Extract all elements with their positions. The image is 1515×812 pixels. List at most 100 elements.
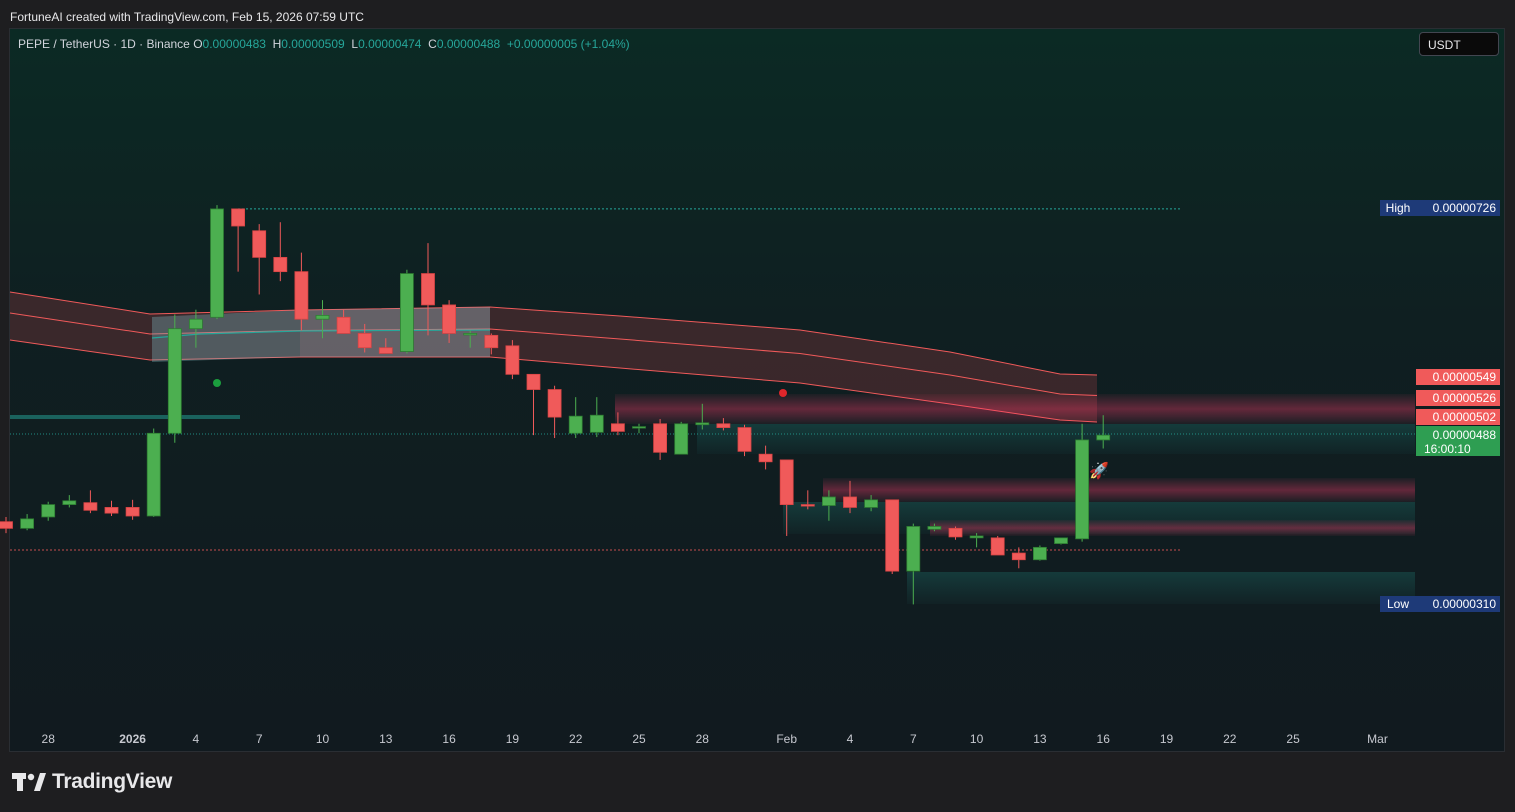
candle-body [357,333,372,349]
candle-body [632,426,646,429]
close-value: 0.00000488 [436,37,501,51]
open-label: O [193,37,203,51]
ohlc-legend: PEPE / TetherUS · 1D · Binance O0.000004… [18,37,630,51]
candle-body [20,518,35,529]
buy-signal-dot [213,379,221,387]
candle-body [1054,537,1068,544]
x-tick-label: 16 [442,732,456,746]
candle-body [505,345,520,375]
candle-body [695,422,710,426]
low-value: 0.00000474 [358,37,422,51]
candle-body [568,415,583,434]
candle-body [378,347,393,354]
level-526-label-value: 0.00000526 [1433,391,1497,405]
candle-body [231,208,246,227]
candle-body [843,496,857,508]
x-tick-label: 19 [1160,732,1174,746]
candle-body [125,507,140,517]
open-value: 0.00000483 [202,37,266,51]
candle-body [800,504,815,507]
candle-body [906,526,921,572]
x-tick-label: 22 [1223,732,1237,746]
candle-body [273,256,288,273]
candle-body [716,423,731,428]
sell-signal-dot [779,389,787,397]
candle-body [210,208,224,318]
close-label: C [428,37,437,51]
candle-body [315,314,330,320]
candle-body [1011,552,1026,561]
candle-body [547,389,562,418]
current-price-value: 0.00000488 [1433,428,1497,442]
symbol-label[interactable]: PEPE / TetherUS · 1D · Binance [18,37,190,51]
price-chart[interactable]: 🚀0.000008500.000008000.000007500.0000070… [0,0,1515,812]
x-tick-label: Feb [776,732,797,746]
x-tick-label: 22 [569,732,583,746]
candle-body [399,273,414,352]
x-tick-label: 2026 [119,732,146,746]
candle-body [1033,546,1047,561]
x-tick-label: 10 [316,732,330,746]
candle-body [653,423,667,453]
level-549-label-value: 0.00000549 [1433,370,1497,384]
candle-body [969,535,984,539]
candle-body [526,373,541,390]
candle-body [252,230,267,258]
x-tick-label: 4 [193,732,200,746]
candle-body [41,504,56,518]
x-tick-label: 25 [1286,732,1300,746]
high-value: 0.00000509 [281,37,345,51]
candle-body [1096,434,1111,441]
x-tick-label: 7 [910,732,917,746]
candle-body [948,527,963,538]
tradingview-logo-icon [12,773,46,791]
candle-body [589,414,604,433]
supply-zone-middle [823,478,1415,502]
candle-body [188,318,203,330]
level-502-label-value: 0.00000502 [1433,410,1497,424]
candle-body [463,333,478,336]
candle-body [990,537,1005,556]
footer-bar [0,752,1515,812]
high-label: H [272,37,282,51]
candle-body [146,432,161,517]
candle-body [864,499,878,508]
supply-zone-lower [930,520,1415,536]
x-tick-label: 25 [632,732,646,746]
x-tick-label: 7 [256,732,263,746]
candle-body [927,526,942,530]
candle-body [1075,439,1089,540]
candle-body [0,521,13,529]
candle-body [442,304,457,334]
candle-body [674,423,689,455]
x-tick-label: 28 [42,732,56,746]
candle-body [758,453,773,463]
candle-body [104,507,119,514]
rocket-icon: 🚀 [1089,461,1109,480]
low-price-label-tag: Low [1387,597,1409,611]
change-value: +0.00000005 (+1.04%) [506,37,630,51]
x-tick-label: 13 [379,732,393,746]
x-tick-label: 28 [696,732,710,746]
candle-body [294,271,309,320]
candle-countdown: 16:00:10 [1424,442,1471,456]
x-tick-label: Mar [1367,732,1388,746]
candle-body [779,459,794,505]
candle-body [737,427,752,452]
high-price-label-tag: High [1386,201,1411,215]
candle-body [421,273,435,306]
x-tick-label: 10 [970,732,984,746]
candle-body [167,328,182,434]
low-price-label-value: 0.00000310 [1433,597,1497,611]
candle-body [822,496,836,506]
ema-ribbon-neutral-zone [300,307,490,357]
x-tick-label: 16 [1097,732,1111,746]
currency-button[interactable]: USDT [1419,32,1499,56]
high-price-label-value: 0.00000726 [1433,201,1497,215]
demand-zone-bottom [907,572,1415,604]
candle-body [336,316,351,334]
candle-body [62,500,77,505]
x-tick-label: 19 [506,732,520,746]
tradingview-logo[interactable]: TradingView [12,770,172,794]
supply-zone-upper [615,394,1415,424]
